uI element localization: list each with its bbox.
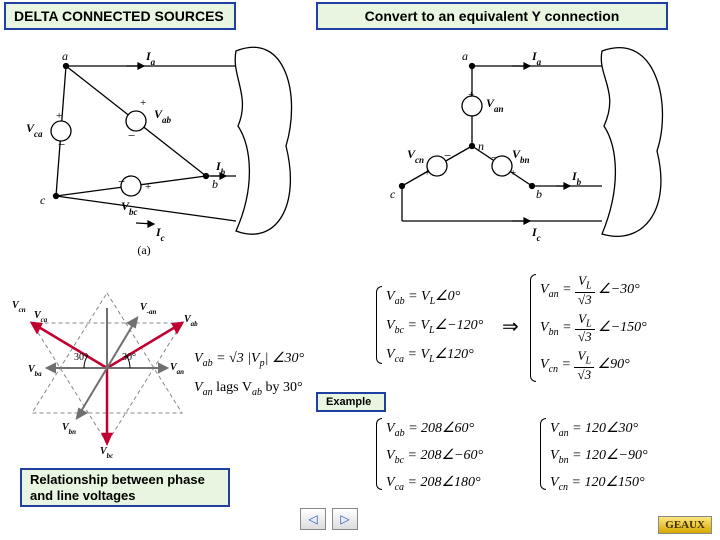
next-button[interactable]: ▷ [332, 508, 358, 530]
svg-text:−: − [58, 137, 65, 152]
phasor-angle-left: 30° [74, 352, 88, 363]
implies-arrow: ⇒ [502, 314, 519, 339]
svg-text:Van: Van [170, 362, 184, 376]
svg-text:Vab: Vab [154, 107, 172, 125]
svg-text:−: − [491, 150, 498, 165]
delta-circuit-diagram: a b c Ia Ib Ic Vab Vbc Vca + − − + + − (… [26, 36, 306, 256]
svg-text:Vca: Vca [26, 121, 43, 139]
svg-text:Ic: Ic [531, 225, 541, 243]
chevron-right-icon: ▷ [340, 512, 349, 526]
line-voltages-block: Vab = VL∠0° Vbc = VL∠−120° Vca = VL∠120° [386, 286, 483, 366]
svg-text:V-an: V-an [140, 302, 157, 316]
relation-label: Relationship between phase and line volt… [20, 468, 230, 507]
example-line-block: Vab = 208∠60° Vbc = 208∠−60° Vca = 208∠1… [386, 418, 483, 494]
brace-example-line [376, 418, 382, 490]
svg-text:−: − [128, 128, 135, 143]
svg-text:+: + [56, 110, 62, 122]
node-b-label: b [212, 177, 218, 191]
y-node-b: b [536, 187, 542, 201]
svg-text:−: − [469, 108, 476, 123]
y-node-a: a [462, 49, 468, 63]
svg-text:Van: Van [486, 96, 504, 114]
svg-text:Vcn: Vcn [407, 147, 424, 165]
svg-text:+: + [510, 167, 516, 179]
chevron-left-icon: ◁ [308, 512, 317, 526]
delta-caption: (a) [137, 243, 150, 256]
svg-text:+: + [140, 97, 146, 109]
prev-button[interactable]: ◁ [300, 508, 326, 530]
svg-text:Ib: Ib [571, 169, 582, 187]
brace-example-phase [540, 418, 546, 490]
svg-text:+: + [145, 181, 151, 193]
svg-text:Ia: Ia [145, 49, 156, 67]
y-node-c: c [390, 187, 396, 201]
svg-text:+: + [424, 167, 430, 179]
svg-text:Vab: Vab [184, 314, 198, 328]
geaux-button[interactable]: GEAUX [658, 516, 712, 534]
y-circuit-diagram: a b c n Ia Ib Ic Van Vbn Vcn + − − + − + [372, 36, 682, 256]
title-convert-y: Convert to an equivalent Y connection [316, 2, 668, 30]
svg-text:−: − [444, 148, 451, 163]
phasor-diagram: Vcn Vca Van Vab Vbn Vbc Vba V-an 30° 30° [12, 278, 202, 458]
svg-text:Ic: Ic [155, 225, 165, 243]
node-a-label: a [62, 49, 68, 63]
svg-text:Vca: Vca [34, 310, 48, 324]
title-delta-sources: DELTA CONNECTED SOURCES [4, 2, 236, 30]
svg-text:+: + [468, 89, 474, 101]
svg-text:Vba: Vba [28, 364, 42, 378]
svg-text:Vbc: Vbc [100, 446, 113, 458]
example-phase-block: Van = 120∠30° Vbn = 120∠−90° Vcn = 120∠1… [550, 418, 648, 494]
svg-text:Vbc: Vbc [121, 199, 138, 217]
example-label: Example [316, 392, 386, 412]
svg-text:−: − [118, 174, 125, 189]
svg-text:Vcn: Vcn [12, 300, 26, 314]
relation-equation-2: Van lags Vab by 30° [194, 380, 303, 398]
node-c-label: c [40, 193, 46, 207]
phase-voltages-block: Van = VL√3 ∠−30° Vbn = VL√3 ∠−150° Vcn =… [540, 272, 647, 383]
brace-line-voltages [376, 286, 382, 364]
nav-buttons: ◁ ▷ [300, 508, 358, 530]
relation-equation-1: Vab = √3 |Vp| ∠30° [194, 350, 304, 369]
brace-phase-voltages [530, 274, 536, 382]
svg-text:Vbn: Vbn [512, 147, 530, 165]
y-node-n: n [478, 139, 484, 153]
svg-text:Vbn: Vbn [62, 422, 76, 436]
svg-text:Ia: Ia [531, 49, 542, 67]
